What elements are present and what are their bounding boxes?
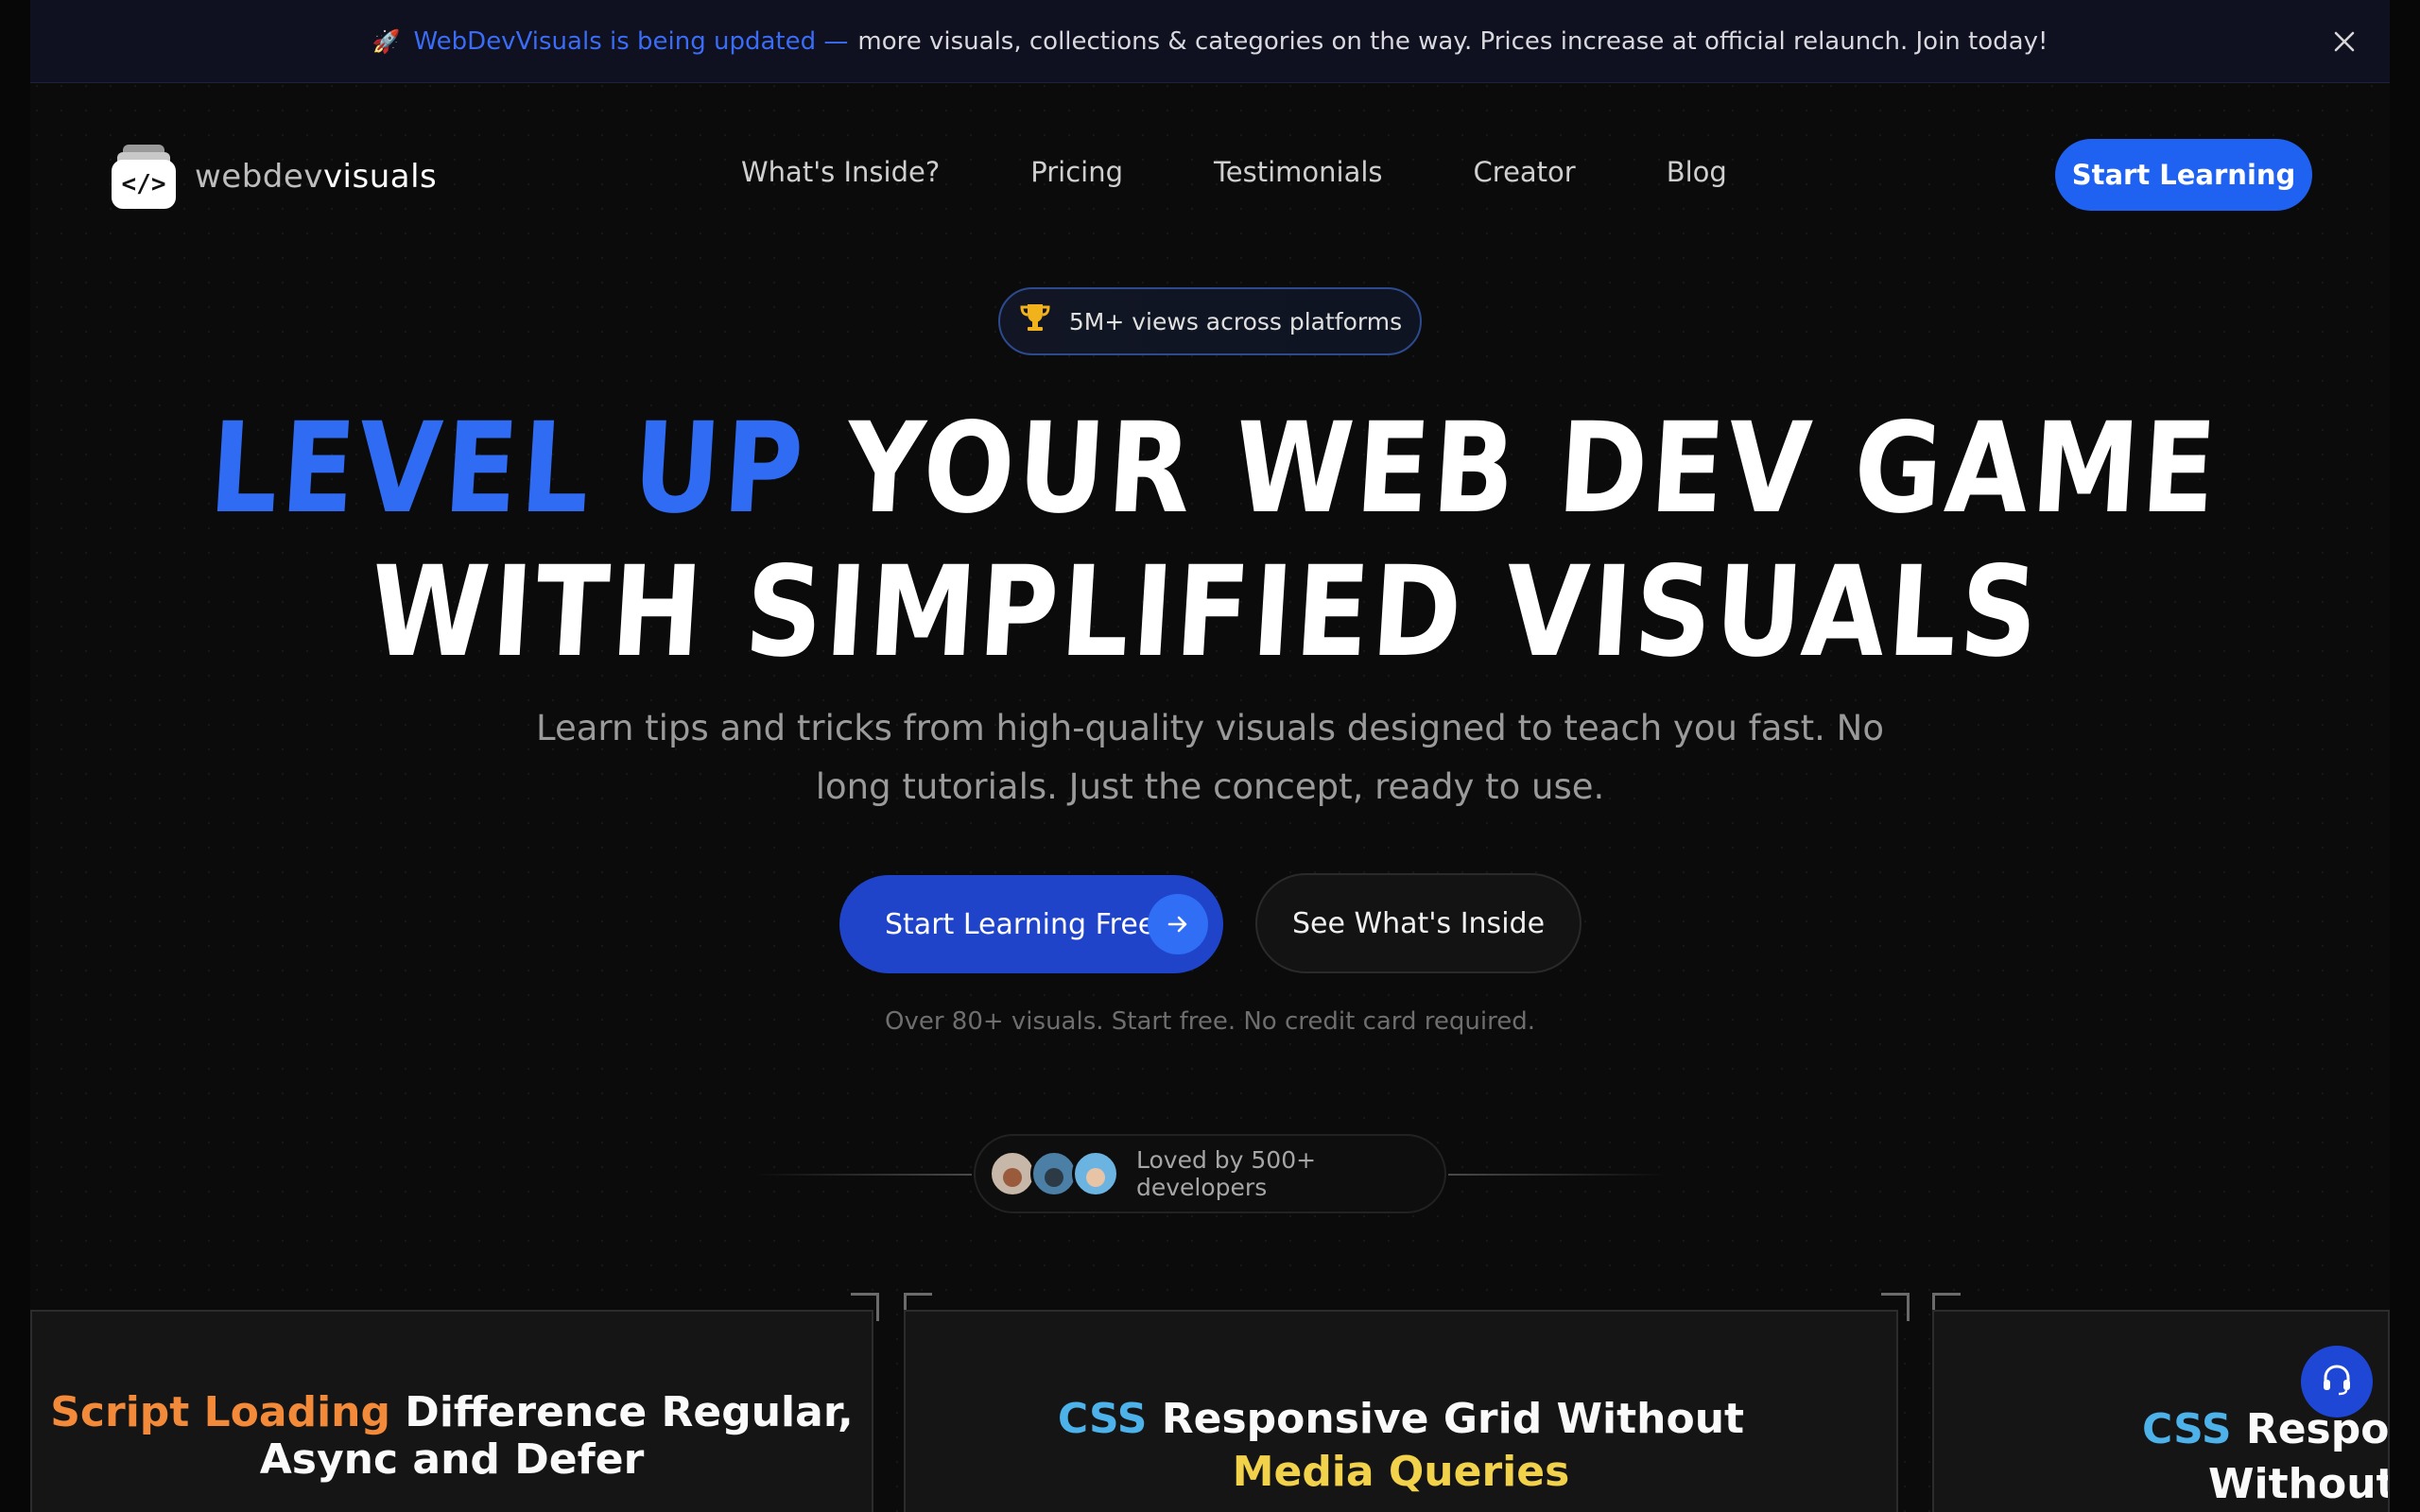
nav-link-pricing[interactable]: Pricing — [1030, 156, 1123, 188]
nav-link-testimonials[interactable]: Testimonials — [1214, 156, 1383, 188]
visual-card-script-loading[interactable]: Script Loading Difference Regular, Async… — [30, 1310, 873, 1512]
views-badge: 5M+ views across platforms — [998, 287, 1422, 355]
hero-headline: LEVEL UP YOUR WEB DEV GAME WITH SIMPLIFI… — [161, 396, 2259, 685]
hero-note: Over 80+ visuals. Start free. No credit … — [884, 1007, 1536, 1036]
headset-icon — [2318, 1361, 2356, 1402]
divider-right — [1448, 1174, 1668, 1176]
arrow-right-icon — [1148, 894, 1208, 954]
avatar — [1030, 1150, 1078, 1197]
rocket-icon: 🚀 — [372, 27, 401, 55]
card-title-rest: Difference Regular, — [389, 1388, 854, 1436]
announcement-bar: 🚀 WebDevVisuals is being updated — more … — [30, 0, 2390, 83]
visual-card-css-grid[interactable]: CSS Responsive Grid Without Media Querie… — [904, 1310, 1898, 1512]
support-chat-button[interactable] — [2301, 1346, 2373, 1418]
headline-accent: LEVEL UP — [205, 396, 810, 541]
hero-subhead: Learn tips and tricks from high-quality … — [536, 708, 1884, 807]
card-title-line-2: Async and Defer — [259, 1435, 645, 1484]
avatar — [989, 1150, 1036, 1197]
headline-line-1: LEVEL UP YOUR WEB DEV GAME — [169, 396, 2259, 541]
see-whats-inside-button[interactable]: See What's Inside — [1255, 873, 1582, 973]
cta-primary-label: Start Learning Free — [885, 907, 1156, 941]
start-learning-button[interactable]: Start Learning — [2055, 139, 2312, 211]
announcement-accent[interactable]: WebDevVisuals is being updated — — [413, 27, 848, 56]
card-title-rest: Responsive Grid Without — [1147, 1395, 1745, 1443]
loved-by-text: Loved by 500+ developers — [1136, 1146, 1317, 1201]
logo-text-light: webdev — [195, 158, 323, 196]
card-title-line-2: Without M — [2208, 1460, 2390, 1508]
card-title-accent: CSS — [2142, 1405, 2232, 1453]
card-title: Script Loading Difference Regular, Async… — [32, 1389, 872, 1484]
loved-by-pill: Loved by 500+ developers — [974, 1134, 1446, 1213]
visual-cards-row: Script Loading Difference Regular, Async… — [0, 1293, 2420, 1512]
trophy-icon — [1018, 301, 1052, 343]
code-logo-icon: </> — [112, 145, 176, 209]
card-title-rest: Responsi — [2245, 1405, 2390, 1453]
card-title-line-2: Media Queries — [1232, 1448, 1570, 1496]
close-icon[interactable] — [2325, 23, 2363, 60]
headline-line-2: WITH SIMPLIFIED VISUALS — [366, 540, 2046, 685]
nav-link-creator[interactable]: Creator — [1474, 156, 1576, 188]
start-learning-free-button[interactable]: Start Learning Free — [839, 875, 1223, 973]
page-frame-right — [2390, 0, 2420, 1512]
page-frame-left — [0, 0, 30, 1512]
announcement-text: more visuals, collections & categories o… — [857, 26, 2048, 56]
logo-text: webdevvisuals — [195, 158, 437, 196]
headline-rest: YOUR WEB DEV GAME — [801, 396, 2223, 541]
card-title: CSS Responsive Grid Without Media Querie… — [906, 1393, 1896, 1499]
logo[interactable]: </> webdevvisuals — [112, 145, 437, 209]
nav-links: What's Inside? Pricing Testimonials Crea… — [741, 156, 1727, 188]
card-title-accent: Script Loading — [50, 1388, 390, 1436]
badge-text: 5M+ views across platforms — [1068, 307, 1403, 335]
card-title-accent: CSS — [1057, 1395, 1148, 1443]
avatar — [1072, 1150, 1119, 1197]
logo-text-bold: visuals — [322, 158, 438, 196]
card-title: CSS Responsi Without M — [2142, 1402, 2390, 1512]
nav-link-whats-inside[interactable]: What's Inside? — [741, 156, 940, 188]
nav-link-blog[interactable]: Blog — [1667, 156, 1727, 188]
divider-left — [752, 1174, 972, 1176]
avatar-group — [989, 1150, 1119, 1197]
top-nav: </> webdevvisuals What's Inside? Pricing… — [0, 137, 2420, 213]
